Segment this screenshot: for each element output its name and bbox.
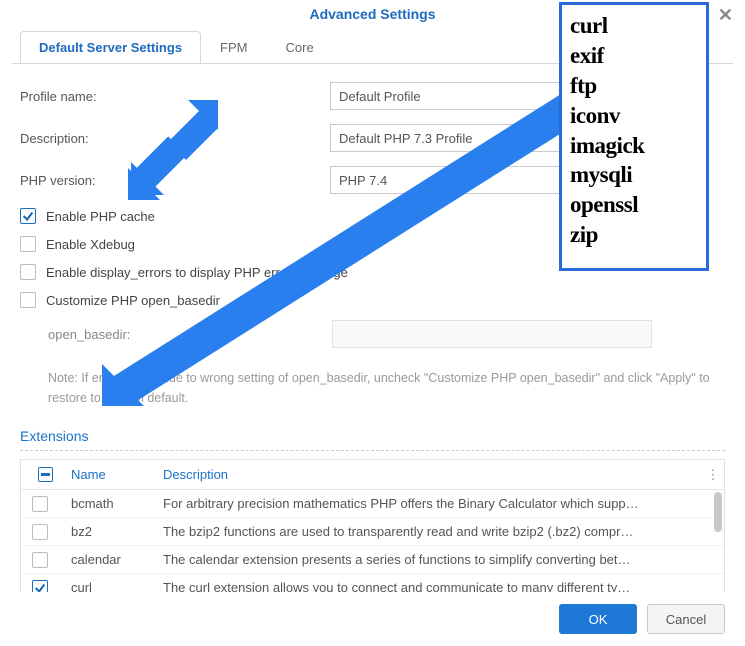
overlay-item: mysqli [570,160,698,190]
table-row[interactable]: calendarThe calendar extension presents … [21,546,724,574]
php-version-value: PHP 7.4 [339,173,387,188]
extension-hint-overlay: curlexifftpiconvimagickmysqliopensslzip [559,2,709,271]
extensions-table: Name Description ⋮ bcmathFor arbitrary p… [20,459,725,611]
tab-core[interactable]: Core [267,31,333,63]
enable-php-cache-checkbox[interactable] [20,208,36,224]
tab-default-server[interactable]: Default Server Settings [20,31,201,63]
open-basedir-input [332,320,652,348]
enable-php-cache-label: Enable PHP cache [46,209,155,224]
scrollbar[interactable] [714,492,722,608]
row-name: bcmath [69,496,163,511]
overlay-item: imagick [570,131,698,161]
row-checkbox[interactable] [32,552,48,568]
window-title: Advanced Settings [309,6,435,22]
open-basedir-label: open_basedir: [48,327,332,342]
table-menu-icon[interactable]: ⋮ [702,467,724,483]
row-name: calendar [69,552,163,567]
row-desc: The calendar extension presents a series… [163,552,724,567]
overlay-item: curl [570,11,698,41]
row-name: bz2 [69,524,163,539]
customize-basedir-label: Customize PHP open_basedir [46,293,220,308]
select-all-checkbox[interactable] [38,467,53,482]
row-desc: The bzip2 functions are used to transpar… [163,524,724,539]
cancel-button[interactable]: Cancel [647,604,725,634]
row-checkbox[interactable] [32,524,48,540]
description-label: Description: [20,131,330,146]
enable-xdebug-checkbox[interactable] [20,236,36,252]
profile-name-label: Profile name: [20,89,330,104]
row-checkbox[interactable] [32,496,48,512]
php-version-label: PHP version: [20,173,330,188]
overlay-item: ftp [570,71,698,101]
ok-button[interactable]: OK [559,604,637,634]
table-row[interactable]: bcmathFor arbitrary precision mathematic… [21,490,724,518]
overlay-item: zip [570,220,698,250]
php-version-select[interactable]: PHP 7.4 [330,166,590,194]
enable-xdebug-label: Enable Xdebug [46,237,135,252]
divider [20,450,725,451]
overlay-item: openssl [570,190,698,220]
extensions-heading: Extensions [0,414,745,450]
enable-display-errors-checkbox[interactable] [20,264,36,280]
enable-display-errors-label: Enable display_errors to display PHP err… [46,265,348,280]
row-desc: For arbitrary precision mathematics PHP … [163,496,724,511]
table-row[interactable]: bz2The bzip2 functions are used to trans… [21,518,724,546]
description-input[interactable] [330,124,590,152]
col-description[interactable]: Description [163,467,702,482]
col-name[interactable]: Name [69,467,163,482]
customize-basedir-checkbox[interactable] [20,292,36,308]
overlay-item: exif [570,41,698,71]
tab-fpm[interactable]: FPM [201,31,266,63]
profile-name-input[interactable] [330,82,590,110]
overlay-item: iconv [570,101,698,131]
basedir-note: Note: If errors occur due to wrong setti… [20,362,725,410]
close-icon[interactable]: ✕ [718,6,733,24]
